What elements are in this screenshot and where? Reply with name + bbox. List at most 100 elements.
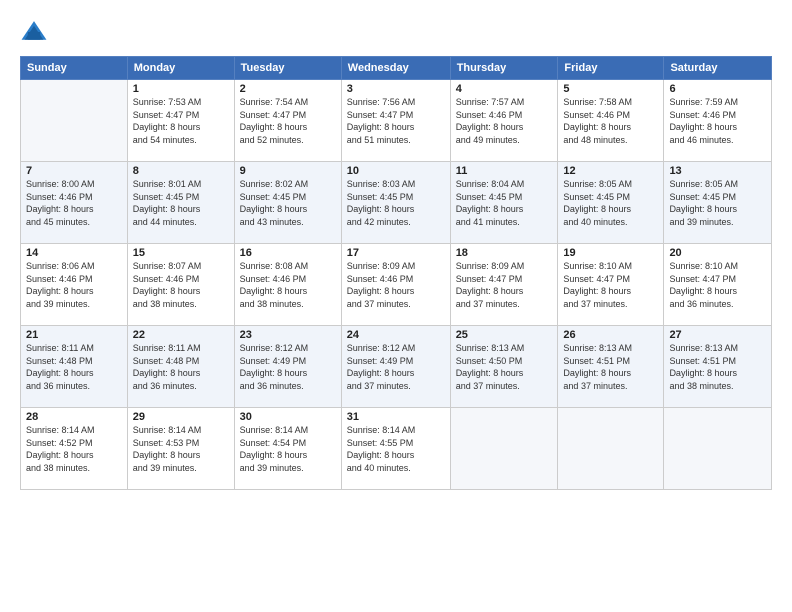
day-info: Sunrise: 8:14 AM Sunset: 4:54 PM Dayligh… — [240, 424, 336, 474]
calendar-cell: 19Sunrise: 8:10 AM Sunset: 4:47 PM Dayli… — [558, 244, 664, 326]
calendar-cell: 24Sunrise: 8:12 AM Sunset: 4:49 PM Dayli… — [341, 326, 450, 408]
day-info: Sunrise: 8:06 AM Sunset: 4:46 PM Dayligh… — [26, 260, 122, 310]
day-number: 4 — [456, 83, 553, 95]
day-number: 12 — [563, 165, 658, 177]
day-number: 27 — [669, 329, 766, 341]
day-info: Sunrise: 8:04 AM Sunset: 4:45 PM Dayligh… — [456, 178, 553, 228]
day-info: Sunrise: 8:07 AM Sunset: 4:46 PM Dayligh… — [133, 260, 229, 310]
calendar-cell: 9Sunrise: 8:02 AM Sunset: 4:45 PM Daylig… — [234, 162, 341, 244]
calendar-cell: 29Sunrise: 8:14 AM Sunset: 4:53 PM Dayli… — [127, 408, 234, 490]
day-number: 5 — [563, 83, 658, 95]
calendar-cell: 17Sunrise: 8:09 AM Sunset: 4:46 PM Dayli… — [341, 244, 450, 326]
day-info: Sunrise: 8:00 AM Sunset: 4:46 PM Dayligh… — [26, 178, 122, 228]
day-info: Sunrise: 8:14 AM Sunset: 4:53 PM Dayligh… — [133, 424, 229, 474]
day-number: 22 — [133, 329, 229, 341]
day-info: Sunrise: 8:10 AM Sunset: 4:47 PM Dayligh… — [669, 260, 766, 310]
day-header-wednesday: Wednesday — [341, 57, 450, 80]
day-info: Sunrise: 8:11 AM Sunset: 4:48 PM Dayligh… — [26, 342, 122, 392]
calendar-cell — [558, 408, 664, 490]
day-info: Sunrise: 7:57 AM Sunset: 4:46 PM Dayligh… — [456, 96, 553, 146]
calendar-cell: 1Sunrise: 7:53 AM Sunset: 4:47 PM Daylig… — [127, 80, 234, 162]
calendar-cell: 10Sunrise: 8:03 AM Sunset: 4:45 PM Dayli… — [341, 162, 450, 244]
page-header — [20, 18, 772, 46]
day-info: Sunrise: 8:12 AM Sunset: 4:49 PM Dayligh… — [347, 342, 445, 392]
calendar-week-1: 7Sunrise: 8:00 AM Sunset: 4:46 PM Daylig… — [21, 162, 772, 244]
day-number: 1 — [133, 83, 229, 95]
day-number: 30 — [240, 411, 336, 423]
calendar-week-0: 1Sunrise: 7:53 AM Sunset: 4:47 PM Daylig… — [21, 80, 772, 162]
day-number: 20 — [669, 247, 766, 259]
calendar-cell: 28Sunrise: 8:14 AM Sunset: 4:52 PM Dayli… — [21, 408, 128, 490]
day-info: Sunrise: 8:05 AM Sunset: 4:45 PM Dayligh… — [563, 178, 658, 228]
day-number: 11 — [456, 165, 553, 177]
calendar-cell — [664, 408, 772, 490]
day-number: 24 — [347, 329, 445, 341]
day-number: 19 — [563, 247, 658, 259]
day-number: 14 — [26, 247, 122, 259]
day-header-thursday: Thursday — [450, 57, 558, 80]
calendar-cell: 26Sunrise: 8:13 AM Sunset: 4:51 PM Dayli… — [558, 326, 664, 408]
day-info: Sunrise: 7:54 AM Sunset: 4:47 PM Dayligh… — [240, 96, 336, 146]
calendar-week-2: 14Sunrise: 8:06 AM Sunset: 4:46 PM Dayli… — [21, 244, 772, 326]
calendar-week-4: 28Sunrise: 8:14 AM Sunset: 4:52 PM Dayli… — [21, 408, 772, 490]
day-info: Sunrise: 8:13 AM Sunset: 4:50 PM Dayligh… — [456, 342, 553, 392]
calendar-cell: 11Sunrise: 8:04 AM Sunset: 4:45 PM Dayli… — [450, 162, 558, 244]
day-info: Sunrise: 7:58 AM Sunset: 4:46 PM Dayligh… — [563, 96, 658, 146]
calendar-table: SundayMondayTuesdayWednesdayThursdayFrid… — [20, 56, 772, 490]
day-info: Sunrise: 8:11 AM Sunset: 4:48 PM Dayligh… — [133, 342, 229, 392]
calendar-cell: 23Sunrise: 8:12 AM Sunset: 4:49 PM Dayli… — [234, 326, 341, 408]
day-number: 7 — [26, 165, 122, 177]
calendar-cell: 25Sunrise: 8:13 AM Sunset: 4:50 PM Dayli… — [450, 326, 558, 408]
day-info: Sunrise: 8:05 AM Sunset: 4:45 PM Dayligh… — [669, 178, 766, 228]
day-number: 21 — [26, 329, 122, 341]
day-number: 2 — [240, 83, 336, 95]
calendar-cell: 22Sunrise: 8:11 AM Sunset: 4:48 PM Dayli… — [127, 326, 234, 408]
calendar-cell: 6Sunrise: 7:59 AM Sunset: 4:46 PM Daylig… — [664, 80, 772, 162]
calendar-header-row: SundayMondayTuesdayWednesdayThursdayFrid… — [21, 57, 772, 80]
calendar-cell: 4Sunrise: 7:57 AM Sunset: 4:46 PM Daylig… — [450, 80, 558, 162]
logo — [20, 18, 52, 46]
day-info: Sunrise: 7:56 AM Sunset: 4:47 PM Dayligh… — [347, 96, 445, 146]
day-number: 9 — [240, 165, 336, 177]
day-info: Sunrise: 8:14 AM Sunset: 4:55 PM Dayligh… — [347, 424, 445, 474]
day-number: 25 — [456, 329, 553, 341]
calendar-cell: 15Sunrise: 8:07 AM Sunset: 4:46 PM Dayli… — [127, 244, 234, 326]
calendar-cell: 18Sunrise: 8:09 AM Sunset: 4:47 PM Dayli… — [450, 244, 558, 326]
day-number: 3 — [347, 83, 445, 95]
calendar-cell — [21, 80, 128, 162]
day-info: Sunrise: 8:13 AM Sunset: 4:51 PM Dayligh… — [563, 342, 658, 392]
calendar-cell: 12Sunrise: 8:05 AM Sunset: 4:45 PM Dayli… — [558, 162, 664, 244]
calendar-cell: 8Sunrise: 8:01 AM Sunset: 4:45 PM Daylig… — [127, 162, 234, 244]
calendar-cell: 20Sunrise: 8:10 AM Sunset: 4:47 PM Dayli… — [664, 244, 772, 326]
day-number: 29 — [133, 411, 229, 423]
day-number: 31 — [347, 411, 445, 423]
day-info: Sunrise: 8:01 AM Sunset: 4:45 PM Dayligh… — [133, 178, 229, 228]
calendar-cell: 21Sunrise: 8:11 AM Sunset: 4:48 PM Dayli… — [21, 326, 128, 408]
calendar-cell: 31Sunrise: 8:14 AM Sunset: 4:55 PM Dayli… — [341, 408, 450, 490]
day-number: 17 — [347, 247, 445, 259]
day-number: 15 — [133, 247, 229, 259]
calendar-cell: 5Sunrise: 7:58 AM Sunset: 4:46 PM Daylig… — [558, 80, 664, 162]
day-info: Sunrise: 8:02 AM Sunset: 4:45 PM Dayligh… — [240, 178, 336, 228]
day-info: Sunrise: 8:03 AM Sunset: 4:45 PM Dayligh… — [347, 178, 445, 228]
calendar-cell: 14Sunrise: 8:06 AM Sunset: 4:46 PM Dayli… — [21, 244, 128, 326]
day-header-friday: Friday — [558, 57, 664, 80]
calendar-cell: 7Sunrise: 8:00 AM Sunset: 4:46 PM Daylig… — [21, 162, 128, 244]
day-header-tuesday: Tuesday — [234, 57, 341, 80]
day-info: Sunrise: 8:09 AM Sunset: 4:47 PM Dayligh… — [456, 260, 553, 310]
day-info: Sunrise: 8:09 AM Sunset: 4:46 PM Dayligh… — [347, 260, 445, 310]
day-info: Sunrise: 8:10 AM Sunset: 4:47 PM Dayligh… — [563, 260, 658, 310]
day-number: 8 — [133, 165, 229, 177]
day-number: 18 — [456, 247, 553, 259]
day-info: Sunrise: 8:13 AM Sunset: 4:51 PM Dayligh… — [669, 342, 766, 392]
calendar-cell: 13Sunrise: 8:05 AM Sunset: 4:45 PM Dayli… — [664, 162, 772, 244]
day-info: Sunrise: 7:53 AM Sunset: 4:47 PM Dayligh… — [133, 96, 229, 146]
day-info: Sunrise: 8:12 AM Sunset: 4:49 PM Dayligh… — [240, 342, 336, 392]
calendar-week-3: 21Sunrise: 8:11 AM Sunset: 4:48 PM Dayli… — [21, 326, 772, 408]
calendar-cell: 27Sunrise: 8:13 AM Sunset: 4:51 PM Dayli… — [664, 326, 772, 408]
day-number: 13 — [669, 165, 766, 177]
day-header-sunday: Sunday — [21, 57, 128, 80]
day-info: Sunrise: 7:59 AM Sunset: 4:46 PM Dayligh… — [669, 96, 766, 146]
calendar-cell — [450, 408, 558, 490]
day-number: 16 — [240, 247, 336, 259]
